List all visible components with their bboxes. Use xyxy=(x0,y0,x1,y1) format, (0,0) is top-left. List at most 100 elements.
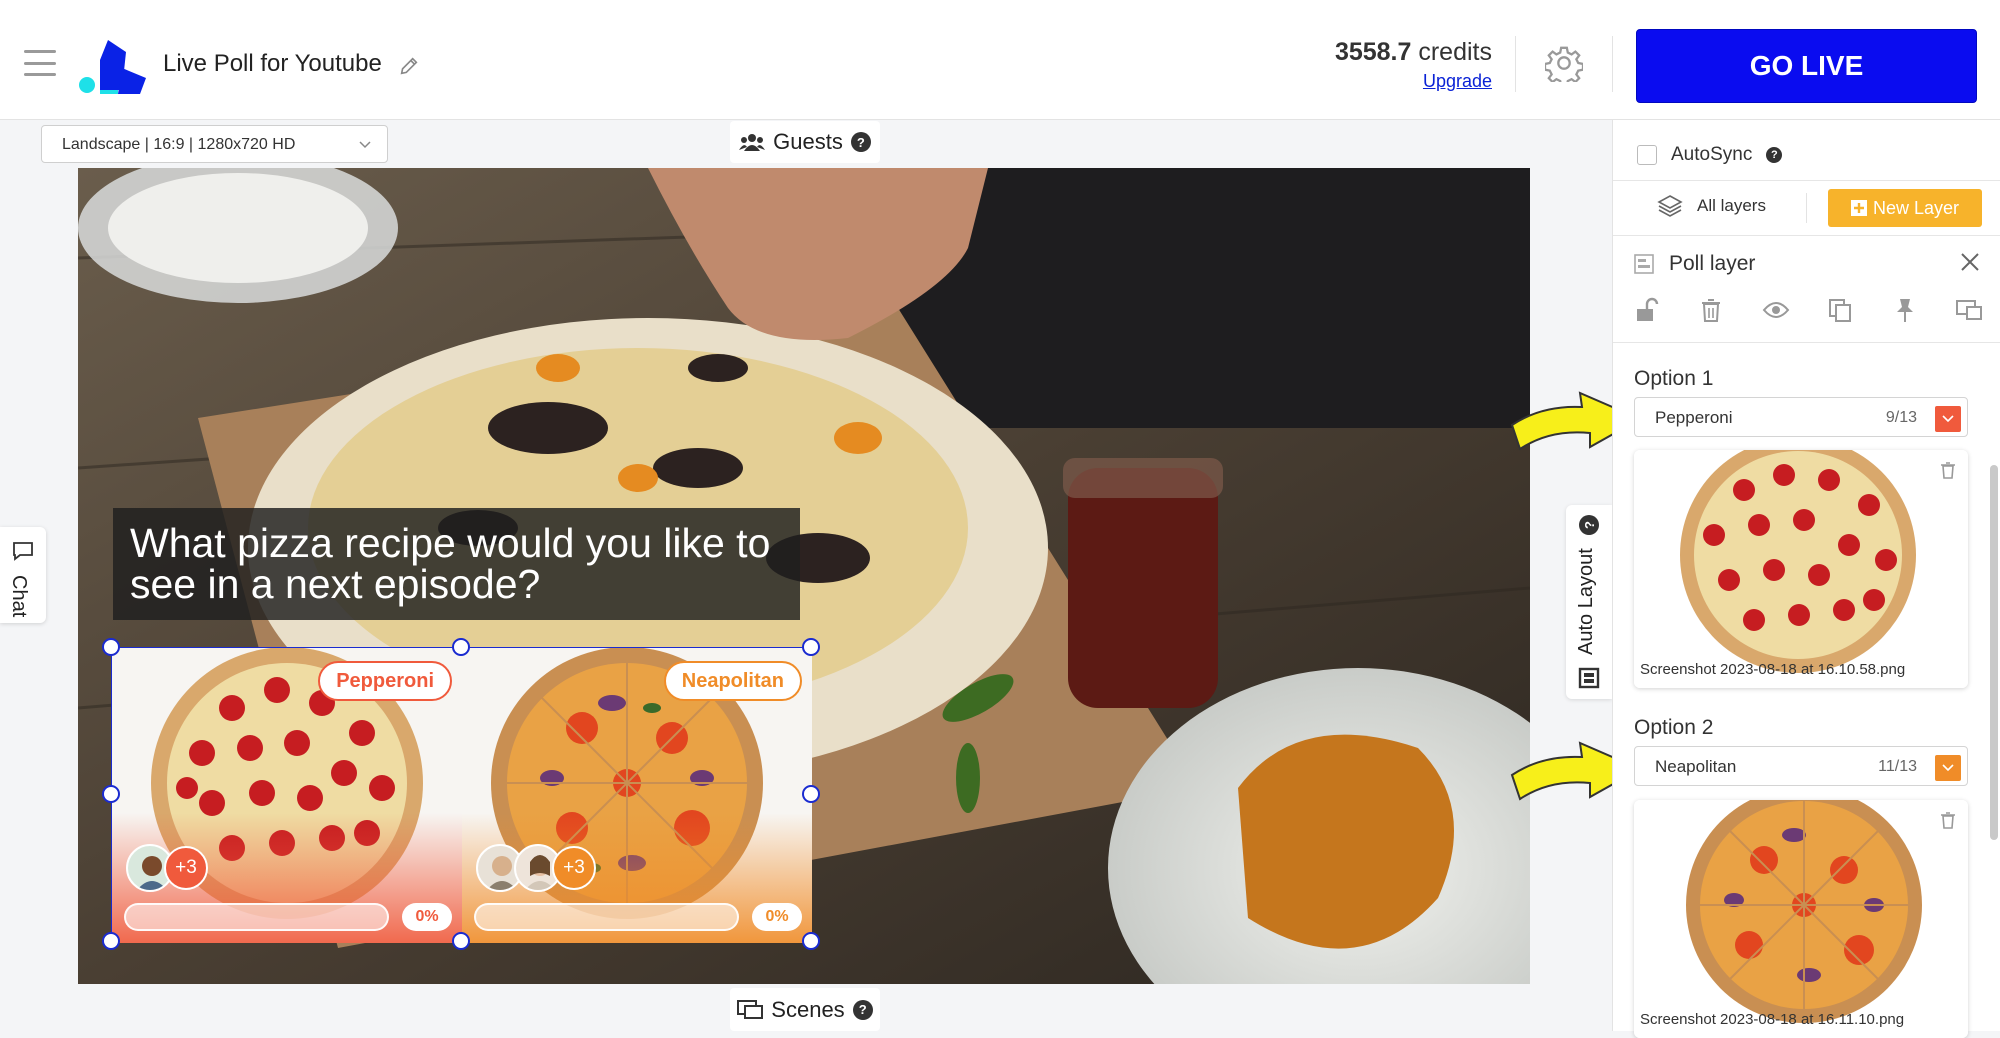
help-icon[interactable]: ? xyxy=(852,999,873,1020)
move-to-scene-icon[interactable] xyxy=(1955,296,1983,324)
chevron-down-icon xyxy=(1942,764,1954,772)
option-value: Pepperoni xyxy=(1655,408,1733,427)
stage-preview: What pizza recipe would you like to see … xyxy=(78,168,1530,984)
layout-icon xyxy=(1578,667,1600,689)
help-icon[interactable]: ? xyxy=(850,132,871,152)
resize-handle[interactable] xyxy=(452,932,470,950)
resize-handle[interactable] xyxy=(802,785,820,803)
file-name: Screenshot 2023-08-18 at 16.10.58.png xyxy=(1640,661,1906,678)
help-icon[interactable]: ? xyxy=(1579,515,1599,535)
pepperoni-thumbnail xyxy=(1634,450,1968,688)
chevron-down-icon xyxy=(1942,415,1954,423)
resize-handle[interactable] xyxy=(102,638,120,656)
scenes-label: Scenes xyxy=(771,996,845,1022)
divider xyxy=(1613,235,2000,236)
divider xyxy=(1515,36,1516,92)
trash-icon[interactable] xyxy=(1938,460,1958,480)
more-voters-badge: +3 xyxy=(164,846,208,890)
hamburger-menu-icon[interactable] xyxy=(24,50,56,76)
resize-handle[interactable] xyxy=(102,932,120,950)
duplicate-icon[interactable] xyxy=(1826,296,1854,324)
gear-icon[interactable] xyxy=(1545,44,1583,82)
close-icon[interactable] xyxy=(1958,250,1982,274)
poll-widget[interactable]: Pepperoni +3 0% Neapolitan +3 0% xyxy=(102,638,820,950)
guests-tab[interactable]: Guests ? xyxy=(730,121,880,163)
resize-handle[interactable] xyxy=(452,638,470,656)
poll-option-label: Neapolitan xyxy=(663,661,802,701)
option-value: Neapolitan xyxy=(1655,757,1737,776)
color-picker-button[interactable] xyxy=(1935,755,1961,781)
neapolitan-thumbnail xyxy=(1634,800,1968,1038)
eye-icon[interactable] xyxy=(1762,296,1790,324)
properties-panel: AutoSync ? All layers New Layer Poll lay… xyxy=(1612,120,2000,1038)
poll-option-label: Pepperoni xyxy=(318,661,452,701)
divider xyxy=(1612,36,1613,92)
divider xyxy=(1806,193,1807,223)
color-picker-button[interactable] xyxy=(1935,406,1961,432)
chevron-down-icon xyxy=(359,141,371,149)
plus-icon xyxy=(1850,200,1867,216)
layer-header: Poll layer xyxy=(1633,248,1755,280)
layer-title: Poll layer xyxy=(1669,252,1756,275)
auto-layout-tab[interactable]: ? Auto Layout xyxy=(1566,505,1612,699)
chat-tab[interactable]: Chat xyxy=(0,527,46,623)
panel-scrollbar[interactable] xyxy=(1990,465,1998,840)
app-title: Live Poll for Youtube xyxy=(163,50,382,77)
layer-toolbar xyxy=(1633,296,1983,328)
layers-icon xyxy=(1657,195,1683,217)
resize-handle[interactable] xyxy=(802,932,820,950)
users-icon xyxy=(739,134,766,151)
poll-option-card[interactable]: Pepperoni +3 0% xyxy=(112,648,462,943)
help-icon[interactable]: ? xyxy=(1766,147,1783,163)
divider xyxy=(1613,342,2000,343)
poll-question: What pizza recipe would you like to see … xyxy=(113,508,800,620)
app-logo xyxy=(79,40,146,94)
voter-avatars: +3 xyxy=(126,844,208,892)
guests-label: Guests xyxy=(773,129,843,154)
autosync-label: AutoSync xyxy=(1671,144,1753,165)
upgrade-link[interactable]: Upgrade xyxy=(1423,71,1492,92)
poll-percent: 0% xyxy=(402,903,452,931)
format-select[interactable]: Landscape | 16:9 | 1280x720 HD xyxy=(41,125,388,163)
auto-layout-label: Auto Layout xyxy=(1575,548,1597,655)
option-heading: Option 1 xyxy=(1634,367,1714,390)
option-heading: Option 2 xyxy=(1634,716,1714,739)
chat-label: Chat xyxy=(8,575,30,618)
pencil-icon[interactable] xyxy=(398,55,420,77)
divider xyxy=(1613,180,2000,181)
scenes-icon xyxy=(737,999,764,1019)
voter-avatars: +3 xyxy=(476,844,596,892)
more-voters-badge: +3 xyxy=(552,846,596,890)
resize-handle[interactable] xyxy=(102,785,120,803)
credits-display: 3558.7 credits Upgrade xyxy=(1335,38,1492,92)
all-layers-label: All layers xyxy=(1697,196,1766,215)
go-live-button[interactable]: GO LIVE xyxy=(1636,29,1977,103)
resize-handle[interactable] xyxy=(802,638,820,656)
unlock-icon[interactable] xyxy=(1633,296,1661,324)
scenes-tab[interactable]: Scenes ? xyxy=(730,988,880,1031)
character-count: 9/13 xyxy=(1885,409,1917,426)
format-select-value: Landscape | 16:9 | 1280x720 HD xyxy=(62,136,296,153)
option-image-card[interactable]: Screenshot 2023-08-18 at 16.11.10.png xyxy=(1634,800,1968,1038)
all-layers-tab[interactable]: All layers xyxy=(1657,186,1766,226)
poll-progress-bar xyxy=(124,903,389,931)
option-input[interactable]: Neapolitan 11/13 xyxy=(1634,746,1968,786)
poll-layer-icon xyxy=(1634,254,1654,274)
poll-progress-bar xyxy=(474,903,739,931)
trash-icon[interactable] xyxy=(1697,296,1725,324)
autosync-row: AutoSync ? xyxy=(1637,140,1783,170)
poll-percent: 0% xyxy=(752,903,802,931)
top-bar: Live Poll for Youtube 3558.7 credits Upg… xyxy=(0,0,2000,120)
option-input[interactable]: Pepperoni 9/13 xyxy=(1634,397,1968,437)
pin-icon[interactable] xyxy=(1891,296,1919,324)
credits-value: 3558.7 xyxy=(1334,38,1412,66)
autosync-checkbox[interactable] xyxy=(1637,145,1657,165)
chat-icon xyxy=(13,542,33,561)
new-layer-button[interactable]: New Layer xyxy=(1828,189,1982,227)
credits-unit: credits xyxy=(1418,38,1492,66)
poll-option-card[interactable]: Neapolitan +3 0% xyxy=(462,648,812,943)
option-image-card[interactable]: Screenshot 2023-08-18 at 16.10.58.png xyxy=(1634,450,1968,688)
character-count: 11/13 xyxy=(1878,758,1917,775)
trash-icon[interactable] xyxy=(1938,810,1958,830)
file-name: Screenshot 2023-08-18 at 16.11.10.png xyxy=(1640,1011,1905,1028)
